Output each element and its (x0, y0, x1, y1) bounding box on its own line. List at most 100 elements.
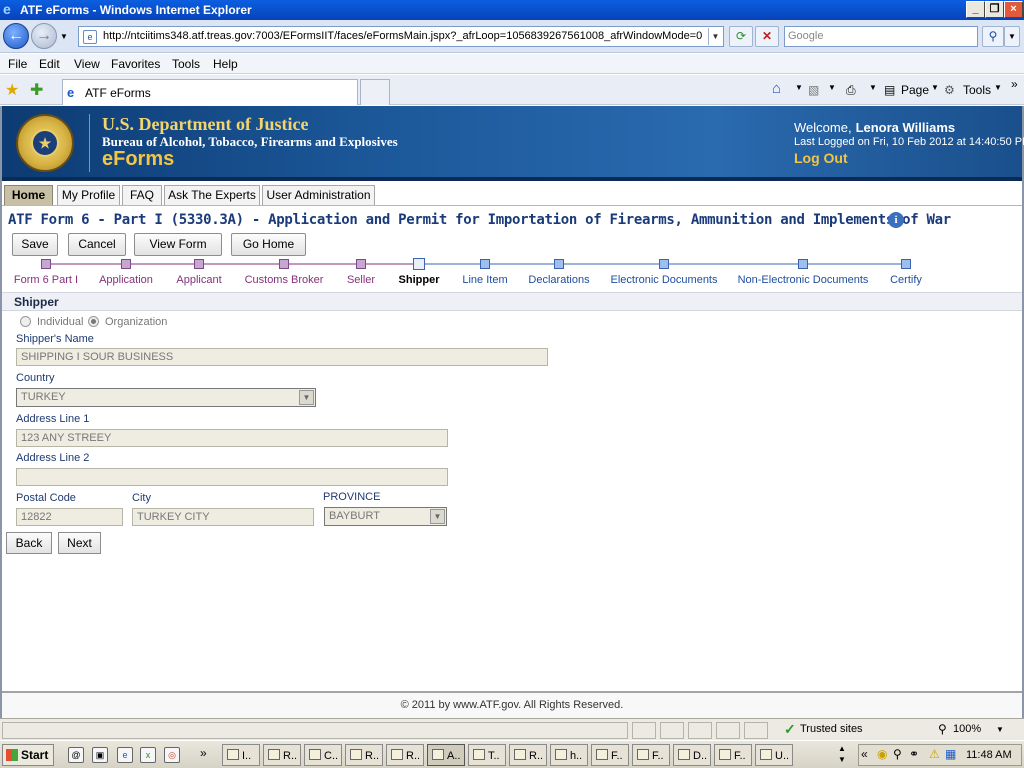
taskbar-item[interactable]: R.. (386, 744, 424, 766)
tab-atf-eforms[interactable]: e ATF eForms (62, 79, 358, 105)
print-icon[interactable]: ⎙ (846, 83, 856, 98)
taskbar-item[interactable]: R.. (263, 744, 301, 766)
cancel-button[interactable]: Cancel (68, 233, 126, 256)
step-non-electronic-documents[interactable]: Non-Electronic Documents (738, 274, 869, 286)
start-button[interactable]: Start (2, 744, 54, 766)
search-icon[interactable]: ⚲ (982, 26, 1004, 47)
chevron-more-icon[interactable]: » (200, 746, 207, 760)
feeds-icon[interactable]: ▧ (808, 83, 819, 97)
taskbar-item[interactable]: U.. (755, 744, 793, 766)
home-icon[interactable]: ⌂ (772, 80, 781, 97)
menu-favorites[interactable]: Favorites (111, 57, 160, 71)
country-select[interactable]: TURKEY ▼ (16, 388, 316, 407)
step-dot-certify[interactable] (901, 259, 911, 269)
nav-user-administration[interactable]: User Administration (262, 185, 375, 205)
step-dot-line-item[interactable] (480, 259, 490, 269)
zoom-level[interactable]: 100% (953, 723, 981, 735)
quicklaunch-excel-icon[interactable]: x (140, 747, 156, 763)
restore-button[interactable]: ❐ (985, 1, 1004, 18)
step-line-item[interactable]: Line Item (462, 274, 507, 286)
step-dot-non-electronic-documents[interactable] (798, 259, 808, 269)
history-dropdown-icon[interactable]: ▼ (60, 32, 68, 41)
taskbar-item[interactable]: R.. (509, 744, 547, 766)
taskbar-item[interactable]: F.. (714, 744, 752, 766)
view-form-button[interactable]: View Form (134, 233, 222, 256)
step-shipper[interactable]: Shipper (399, 274, 440, 286)
stop-icon[interactable]: ✕ (755, 26, 779, 47)
feeds-dropdown-icon[interactable]: ▼ (828, 83, 836, 92)
security-zone[interactable]: Trusted sites (800, 723, 863, 735)
menu-view[interactable]: View (74, 57, 100, 71)
info-icon[interactable]: i (888, 212, 904, 228)
postal-code-input[interactable]: 12822 (16, 508, 123, 526)
tray-icon[interactable]: ⚲ (893, 747, 902, 761)
province-select[interactable]: BAYBURT ▼ (324, 507, 447, 526)
taskbar-item[interactable]: R.. (345, 744, 383, 766)
address-input[interactable]: e http://ntciitims348.atf.treas.gov:7003… (78, 26, 724, 47)
radio-organization[interactable] (88, 316, 99, 327)
tools-menu[interactable]: Tools (963, 83, 991, 97)
step-dot-customs-broker[interactable] (279, 259, 289, 269)
step-dot-applicant[interactable] (194, 259, 204, 269)
minimize-button[interactable]: _ (966, 1, 985, 18)
address2-input[interactable] (16, 468, 448, 486)
step-declarations[interactable]: Declarations (528, 274, 589, 286)
nav-ask-the-experts[interactable]: Ask The Experts (164, 185, 260, 205)
shipper-name-input[interactable]: SHIPPING I SOUR BUSINESS (16, 348, 548, 366)
taskbar-item[interactable]: D.. (673, 744, 711, 766)
menu-file[interactable]: File (8, 57, 27, 71)
step-dot-shipper[interactable] (413, 258, 425, 270)
search-input[interactable]: Google (784, 26, 978, 47)
forward-arrow-icon[interactable]: → (31, 23, 57, 49)
logout-link[interactable]: Log Out (794, 150, 848, 166)
save-button[interactable]: Save (12, 233, 58, 256)
step-certify[interactable]: Certify (890, 274, 922, 286)
radio-individual[interactable] (20, 316, 31, 327)
quicklaunch-icon[interactable]: ▣ (92, 747, 108, 763)
step-dot-application[interactable] (121, 259, 131, 269)
step-electronic-documents[interactable]: Electronic Documents (611, 274, 718, 286)
nav-my-profile[interactable]: My Profile (57, 185, 120, 205)
chevron-more-icon[interactable]: » (1011, 77, 1018, 91)
back-button[interactable]: Back (6, 532, 52, 554)
go-home-button[interactable]: Go Home (231, 233, 306, 256)
taskbar-item[interactable]: F.. (632, 744, 670, 766)
refresh-icon[interactable]: ⟳ (729, 26, 753, 47)
taskbar-item[interactable]: C.. (304, 744, 342, 766)
new-tab-button[interactable] (360, 79, 390, 105)
menu-edit[interactable]: Edit (39, 57, 60, 71)
taskbar-scroll-icon[interactable]: ▲ ▼ (838, 743, 846, 765)
step-applicant[interactable]: Applicant (176, 274, 221, 286)
search-options-icon[interactable]: ▼ (1004, 26, 1020, 47)
step-form6[interactable]: Form 6 Part I (14, 274, 78, 286)
step-dot-declarations[interactable] (554, 259, 564, 269)
menu-tools[interactable]: Tools (172, 57, 200, 71)
menu-help[interactable]: Help (213, 57, 238, 71)
nav-faq[interactable]: FAQ (122, 185, 162, 205)
step-dot-seller[interactable] (356, 259, 366, 269)
step-customs-broker[interactable]: Customs Broker (245, 274, 324, 286)
address-dropdown-icon[interactable]: ▼ (708, 28, 722, 45)
back-arrow-icon[interactable]: ← (3, 23, 29, 49)
tray-icon[interactable]: ⚠ (929, 747, 940, 761)
taskbar-item[interactable]: I.. (222, 744, 260, 766)
tray-icon[interactable]: ▦ (945, 747, 956, 761)
step-dot-electronic-documents[interactable] (659, 259, 669, 269)
quicklaunch-icon[interactable]: ◎ (164, 747, 180, 763)
tools-dropdown-icon[interactable]: ▼ (994, 83, 1002, 92)
tray-icon[interactable]: ◉ (877, 747, 887, 761)
gear-icon[interactable]: ⚙ (944, 83, 955, 97)
taskbar-item[interactable]: T.. (468, 744, 506, 766)
city-input[interactable]: TURKEY CITY (132, 508, 314, 526)
address1-input[interactable]: 123 ANY STREEY (16, 429, 448, 447)
zoom-dropdown-icon[interactable]: ▼ (996, 725, 1004, 734)
print-dropdown-icon[interactable]: ▼ (869, 83, 877, 92)
taskbar-item[interactable]: h.. (550, 744, 588, 766)
page-dropdown-icon[interactable]: ▼ (931, 83, 939, 92)
add-favorite-icon[interactable]: ✚ (30, 80, 43, 100)
page-menu-icon[interactable]: ▤ (884, 83, 895, 97)
taskbar-item-active[interactable]: A.. (427, 744, 465, 766)
close-window-button[interactable]: × (1004, 1, 1023, 18)
next-button[interactable]: Next (58, 532, 101, 554)
home-dropdown-icon[interactable]: ▼ (795, 83, 803, 92)
